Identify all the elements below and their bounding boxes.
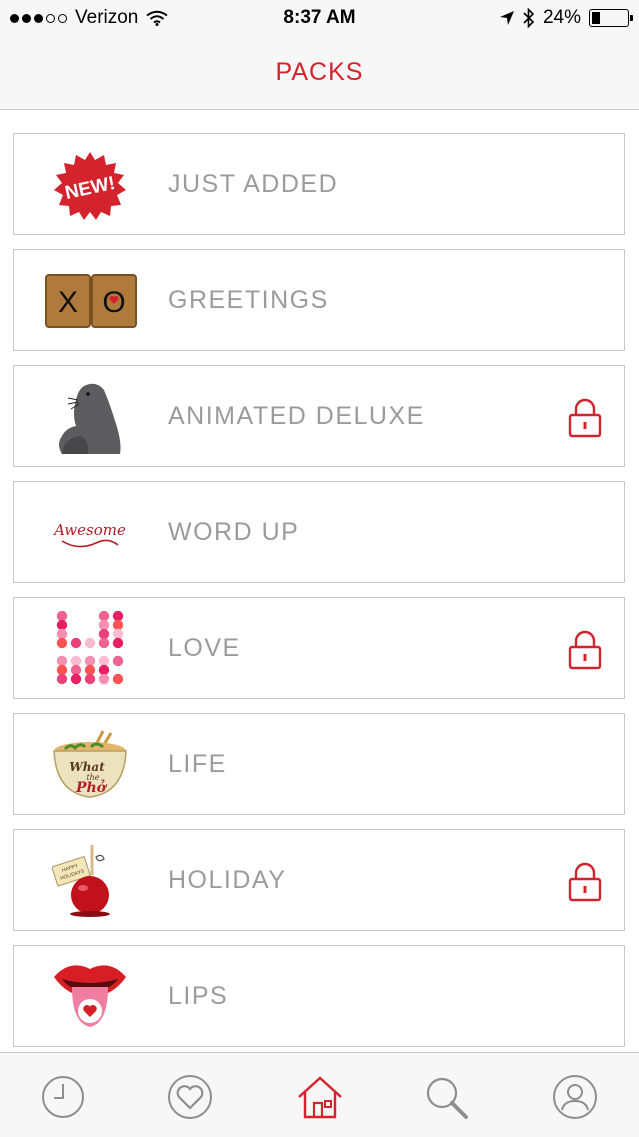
pack-row-love[interactable]: LOVE xyxy=(13,597,625,699)
bluetooth-icon xyxy=(523,8,535,28)
flower-dot xyxy=(112,619,124,631)
tab-bar xyxy=(0,1052,639,1137)
flower-dot xyxy=(70,664,82,676)
flower-dot xyxy=(70,637,82,649)
search-icon xyxy=(426,1077,468,1119)
page-title: PACKS xyxy=(275,58,364,86)
pack-row-word-up[interactable]: Awesome WORD UP xyxy=(13,481,625,583)
pack-row-lips[interactable]: LIPS xyxy=(13,945,625,1047)
pack-list[interactable]: NEW! JUST ADDED X O GREETINGS xyxy=(0,110,639,1052)
flower-dot xyxy=(98,611,110,622)
flower-dot xyxy=(56,628,68,640)
pack-row-greetings[interactable]: X O GREETINGS xyxy=(13,249,625,351)
battery-percent: 24% xyxy=(542,7,581,28)
flower-dot xyxy=(84,664,96,676)
new-badge-icon: NEW! xyxy=(50,146,130,224)
pack-label: GREETINGS xyxy=(168,286,329,314)
candy-apple-sticker-icon: HAPPY HOLIDAYS xyxy=(50,842,130,920)
home-icon xyxy=(298,1076,342,1119)
flower-dot xyxy=(112,628,124,640)
flower-dot xyxy=(112,673,124,685)
battery-level xyxy=(592,12,600,24)
tab-search[interactable] xyxy=(422,1073,470,1121)
tab-recent[interactable] xyxy=(39,1073,87,1121)
nav-header: PACKS xyxy=(0,36,639,110)
pack-label: JUST ADDED xyxy=(168,170,339,198)
awesome-script-sticker-icon: Awesome xyxy=(50,494,130,572)
flower-dot xyxy=(56,637,68,649)
svg-text:What: What xyxy=(69,760,105,774)
pack-label: LOVE xyxy=(168,634,241,662)
flower-dot xyxy=(98,619,110,631)
pack-label: WORD UP xyxy=(168,518,300,546)
flower-dot xyxy=(56,619,68,631)
pack-label: ANIMATED DELUXE xyxy=(168,402,425,430)
flower-dot xyxy=(98,673,110,685)
pack-row-animated-deluxe[interactable]: ANIMATED DELUXE xyxy=(13,365,625,467)
tab-favorites[interactable] xyxy=(166,1073,214,1121)
pack-label: LIPS xyxy=(168,982,229,1010)
status-bar: Verizon 8:37 AM 24% xyxy=(0,0,639,36)
heart-icon xyxy=(168,1075,212,1119)
tab-home[interactable] xyxy=(296,1073,344,1121)
flower-love-letters-icon xyxy=(50,610,130,688)
flower-dot xyxy=(56,611,68,622)
profile-icon xyxy=(553,1075,597,1119)
location-arrow-icon xyxy=(499,11,514,25)
flower-dot xyxy=(98,637,110,649)
seal-sticker-icon xyxy=(50,378,130,456)
flower-dot xyxy=(84,637,96,649)
flower-dot xyxy=(70,673,82,685)
scrabble-xo-tiles-icon: X O xyxy=(44,262,138,340)
status-right: 24% xyxy=(499,7,633,29)
flower-dot xyxy=(98,628,110,640)
pack-label: LIFE xyxy=(168,750,227,778)
flower-dot xyxy=(98,655,110,667)
pho-bowl-sticker-icon: What the Phở xyxy=(50,726,130,804)
lips-tongue-heart-sticker-icon xyxy=(50,958,130,1036)
pack-row-just-added[interactable]: NEW! JUST ADDED xyxy=(13,133,625,235)
battery-icon xyxy=(589,9,633,27)
clock-icon xyxy=(42,1076,84,1118)
lock-icon xyxy=(568,862,602,902)
pack-row-life[interactable]: What the Phở LIFE xyxy=(13,713,625,815)
flower-dot xyxy=(112,637,124,649)
svg-text:Phở: Phở xyxy=(75,779,108,796)
flower-dot xyxy=(98,664,110,676)
lock-icon xyxy=(568,630,602,670)
svg-text:X: X xyxy=(58,286,78,319)
pack-label: HOLIDAY xyxy=(168,866,287,894)
flower-dot xyxy=(56,664,68,676)
tab-profile[interactable] xyxy=(551,1073,599,1121)
lock-icon xyxy=(568,398,602,438)
flower-dot xyxy=(56,673,68,685)
flower-dot xyxy=(112,655,124,667)
flower-dot xyxy=(84,655,96,667)
flower-dot xyxy=(56,655,68,667)
flower-dot xyxy=(84,673,96,685)
flower-dot xyxy=(70,655,82,667)
flower-dot xyxy=(112,611,124,622)
pack-row-holiday[interactable]: HAPPY HOLIDAYS HOLIDAY xyxy=(13,829,625,931)
svg-text:Awesome: Awesome xyxy=(52,521,126,539)
